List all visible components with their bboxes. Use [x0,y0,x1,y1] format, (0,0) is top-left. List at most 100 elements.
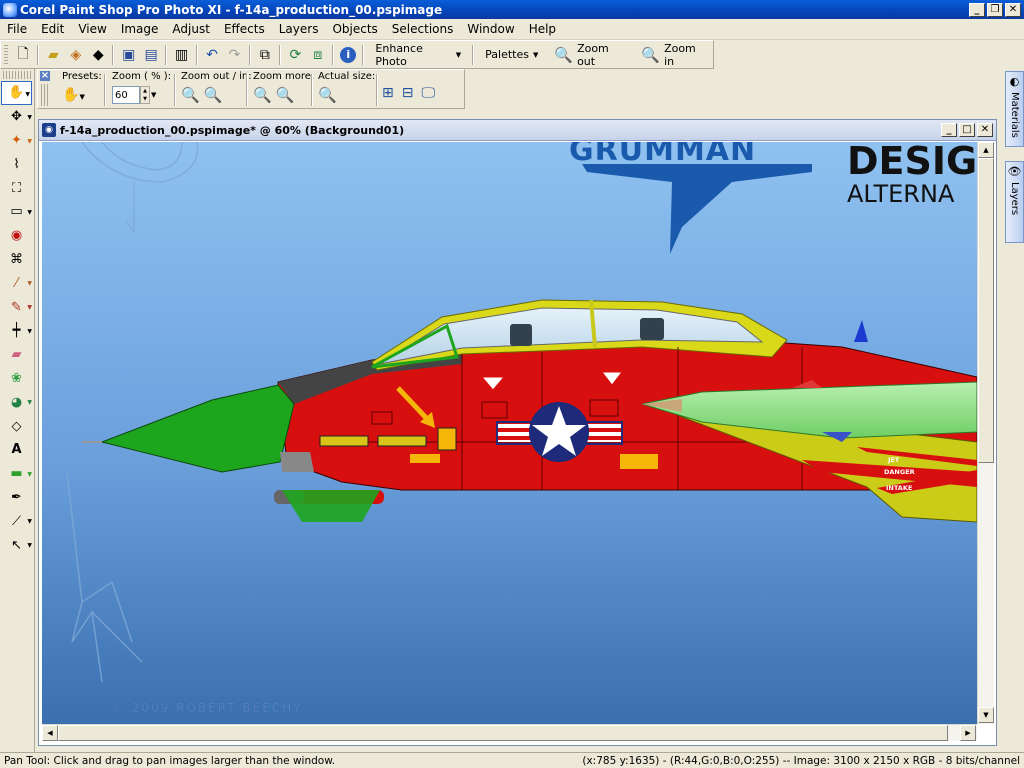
save-as-icon[interactable]: ▤ [140,44,162,66]
menu-edit[interactable]: Edit [34,22,71,36]
redo-icon[interactable]: ↷ [223,44,245,66]
red-eye-icon[interactable]: ◉ [0,224,33,248]
selection-tool-icon[interactable]: ▭ ▼ [0,200,33,224]
clone-brush-icon[interactable]: ⌘ [0,248,33,272]
fit-image-icon[interactable]: ⊟ [402,85,414,101]
rectangle-tool-icon[interactable]: ▬ ▼ [0,462,33,486]
zoom-out-button[interactable]: 🔍 Zoom out [546,42,633,68]
warp-brush-icon[interactable]: ⟋ ▼ [0,509,33,533]
magic-wand-icon[interactable]: ✦ ▼ [0,129,33,153]
zoom-more-out-icon[interactable]: 🔍 [253,86,272,104]
document-title-bar[interactable]: ◉ f-14a_production_00.pspimage* @ 60% (B… [39,120,996,141]
zoom-more-group: Zoom more: 🔍 🔍 [253,71,315,104]
new-file-icon[interactable]: 🗋 [12,44,34,66]
paint-brush-icon[interactable]: ✎ ▼ [0,295,33,319]
doc-maximize-button[interactable]: □ [959,123,975,137]
zoom-out-in-group: Zoom out / in: 🔍 🔍 [181,71,252,104]
right-palette-dock: ◐ Materials 👁 Layers [1003,69,1024,752]
browse-icon[interactable]: ◈ [65,44,87,66]
materials-tab[interactable]: ◐ Materials [1005,71,1024,147]
full-screen-icon[interactable]: 🖵 [421,85,435,101]
crop-tool-icon[interactable]: ⛶ [0,176,33,200]
object-selector-icon[interactable]: ↖ ▼ [0,533,33,557]
refresh-icon[interactable]: ⟳ [284,44,306,66]
menu-help[interactable]: Help [522,22,563,36]
picture-tube-icon[interactable]: ❀ [0,367,33,391]
close-icon[interactable]: × [40,71,50,81]
zoom-out-icon[interactable]: 🔍 [181,86,200,104]
status-info: (x:785 y:1635) - (R:44,G:0,B:0,O:255) --… [582,754,1020,767]
undo-icon[interactable]: ↶ [201,44,223,66]
zoom-more-in-icon[interactable]: 🔍 [276,86,295,104]
doc-minimize-button[interactable]: _ [941,123,957,137]
layers-icon: 👁 [1007,165,1022,178]
move-tool-icon[interactable]: ✥ ▼ [0,105,33,129]
menu-image[interactable]: Image [114,22,166,36]
menu-layers[interactable]: Layers [272,22,326,36]
menu-adjust[interactable]: Adjust [165,22,217,36]
eraser-icon[interactable]: ▰ [0,343,33,367]
view-buttons-group: ⊞ ⊟ 🖵 [382,82,435,104]
zoom-out-icon: 🔍 [554,45,574,64]
status-hint: Pan Tool: Click and drag to pan images l… [4,754,336,767]
doc-close-button[interactable]: ✕ [977,123,993,137]
scroll-down-button[interactable]: ▼ [978,707,994,723]
restore-button[interactable]: ❐ [987,2,1003,17]
enhance-photo-button[interactable]: Enhance Photo ▼ [367,42,469,68]
zoom-percent-input[interactable] [112,86,140,104]
dropper-icon[interactable]: ⌇ [0,152,33,176]
palette-grip[interactable] [41,84,48,106]
design-text: DESIG [847,142,977,183]
palettes-button[interactable]: Palettes ▼ [477,44,546,66]
zoom-in-button[interactable]: 🔍 Zoom in [633,42,713,68]
menu-window[interactable]: Window [460,22,521,36]
zoom-stepper[interactable]: ▲ ▼ [140,86,150,104]
menu-objects[interactable]: Objects [325,22,384,36]
vertical-scrollbar[interactable]: ▲ ▼ [977,142,994,724]
background-eraser-icon[interactable]: ◇ [0,414,33,438]
horizontal-scroll-thumb[interactable] [58,725,948,741]
document-window: ◉ f-14a_production_00.pspimage* @ 60% (B… [38,119,997,746]
vertical-scroll-thumb[interactable] [978,158,994,463]
actual-size-icon[interactable]: 🔍 [318,86,337,104]
menu-selections[interactable]: Selections [385,22,461,36]
minimize-button[interactable]: _ [969,2,985,17]
fit-window-icon[interactable]: ⊞ [382,85,394,101]
info-icon[interactable]: i [337,44,359,66]
standard-toolbar: 🗋 ▰ ◈ ◆ ▣ ▤ ▥ ↶ ↷ ⧉ ⟳ ⧈ i Enhance Photo ▼… [0,40,714,69]
save-icon[interactable]: ▣ [117,44,139,66]
zoom-percent-group: Zoom ( % ): ▲▼ ▼ [112,71,171,106]
scratch-remover-icon[interactable]: ⁄ ▼ [0,271,33,295]
toolbar-grip[interactable] [4,44,8,65]
horizontal-scrollbar[interactable]: ◀ ▶ [42,724,977,741]
scroll-right-button[interactable]: ▶ [960,725,976,741]
layers-tab[interactable]: 👁 Layers [1005,161,1024,243]
menu-file[interactable]: File [0,22,34,36]
pen-tool-icon[interactable]: ✒ [0,486,33,510]
text-tool-icon[interactable]: A [0,438,33,462]
scroll-up-button[interactable]: ▲ [978,142,994,158]
open-folder-icon[interactable]: ▰ [42,44,64,66]
menu-effects[interactable]: Effects [217,22,272,36]
f14-artwork[interactable]: GRUMMAN DESIG ALTERNA JET DANGER INTAKE … [42,142,977,724]
menu-view[interactable]: View [71,22,113,36]
presets-group: Presets: ✋▼ [62,71,102,103]
pan-tool-icon[interactable]: ✋ ▼ [1,81,32,105]
chevron-down-icon: ▼ [532,50,539,59]
close-button[interactable]: ✕ [1005,2,1021,17]
jet-label: JET [887,456,900,464]
flood-fill-icon[interactable]: ◕ ▼ [0,390,33,414]
print-icon[interactable]: ▥ [170,44,192,66]
resize-icon[interactable]: ⧉ [254,44,276,66]
presets-dropdown[interactable]: ✋▼ [62,87,85,103]
chevron-down-icon[interactable]: ▼ [151,91,156,99]
scan-icon[interactable]: ◆ [87,44,109,66]
title-bar: Corel Paint Shop Pro Photo XI - f-14a_pr… [0,0,1024,19]
dodge-tool-icon[interactable]: ┿ ▼ [0,319,33,343]
zoom-in-icon[interactable]: 🔍 [204,86,223,104]
layers-copy-icon[interactable]: ⧈ [307,44,329,66]
image-canvas[interactable]: GRUMMAN DESIG ALTERNA JET DANGER INTAKE … [42,142,977,724]
copyright-text: © 2009 ROBERT BEECHY [112,701,303,715]
palette-grip[interactable] [3,71,31,79]
scroll-left-button[interactable]: ◀ [42,725,58,741]
